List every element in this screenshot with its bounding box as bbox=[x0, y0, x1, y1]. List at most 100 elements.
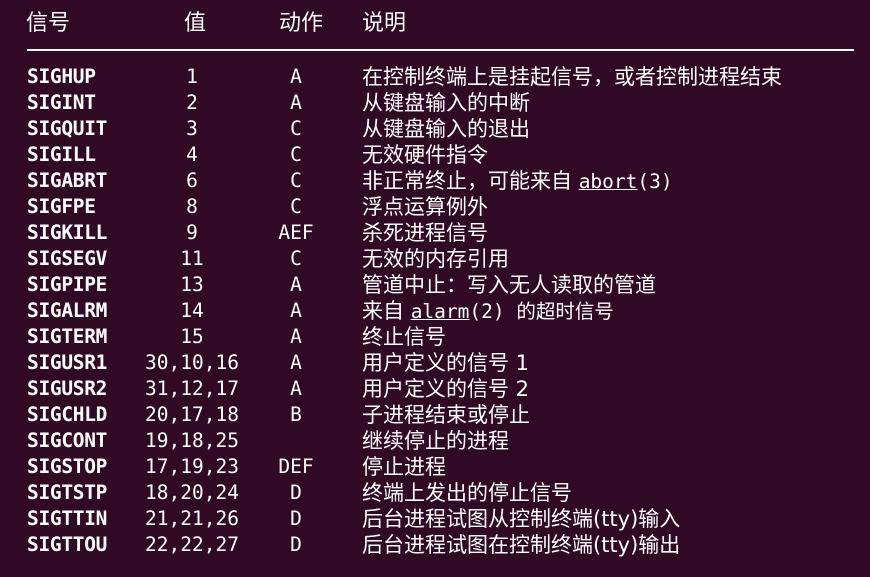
table-row: SIGKILL 9 AEF 杀死进程信号 bbox=[0, 220, 870, 246]
signal-value: 22,22,27 bbox=[145, 533, 239, 556]
signal-description: 后台进程试图从控制终端(tty)输入 bbox=[362, 507, 681, 531]
table-row: SIGTERM 15 A 终止信号 bbox=[0, 324, 870, 350]
signal-description: 停止进程 bbox=[362, 455, 446, 479]
signal-description: 后台进程试图在控制终端(tty)输出 bbox=[362, 533, 681, 557]
signal-value: 31,12,17 bbox=[145, 377, 239, 400]
signal-action: C bbox=[290, 117, 302, 140]
signal-action: A bbox=[290, 351, 302, 374]
description-text: 来自 bbox=[362, 299, 411, 323]
signal-name: SIGQUIT bbox=[27, 117, 108, 140]
signal-action: D bbox=[290, 507, 302, 530]
table-row: SIGHUP 1 A 在控制终端上是挂起信号，或者控制进程结束 bbox=[0, 64, 870, 90]
header-divider bbox=[27, 49, 854, 51]
table-row: SIGCHLD 20,17,18 B 子进程结束或停止 bbox=[0, 402, 870, 428]
table-row: SIGUSR2 31,12,17 A 用户定义的信号 2 bbox=[0, 376, 870, 402]
signal-description: 管道中止：写入无人读取的管道 bbox=[362, 273, 656, 297]
signal-value: 15 bbox=[180, 325, 204, 348]
table-row: SIGSTOP 17,19,23 DEF 停止进程 bbox=[0, 454, 870, 480]
signal-description: 用户定义的信号 2 bbox=[362, 377, 530, 401]
header-signal: 信号 bbox=[26, 11, 71, 36]
signal-value: 11 bbox=[180, 247, 204, 270]
terminal-window: 信号 值 动作 说明 SIGHUP 1 A 在控制终端上是挂起信号，或者控制进程… bbox=[0, 0, 870, 577]
signal-action: DEF bbox=[278, 455, 314, 478]
table-row: SIGTSTP 18,20,24 D 终端上发出的停止信号 bbox=[0, 480, 870, 506]
table-row: SIGTTOU 22,22,27 D 后台进程试图在控制终端(tty)输出 bbox=[0, 532, 870, 558]
manpage-link-alarm[interactable]: alarm bbox=[411, 300, 470, 323]
signal-value: 30,10,16 bbox=[145, 351, 239, 374]
signal-name: SIGFPE bbox=[27, 195, 96, 218]
description-text: (2) 的超时信号 bbox=[469, 300, 614, 323]
signal-name: SIGTSTP bbox=[27, 481, 108, 504]
table-row: SIGPIPE 13 A 管道中止：写入无人读取的管道 bbox=[0, 272, 870, 298]
signal-description: 从键盘输入的中断 bbox=[362, 91, 530, 115]
table-row: SIGILL 4 C 无效硬件指令 bbox=[0, 142, 870, 168]
signal-name: SIGTERM bbox=[27, 325, 108, 348]
signal-action: C bbox=[290, 195, 302, 218]
signal-action: A bbox=[290, 377, 302, 400]
signal-value: 4 bbox=[186, 143, 198, 166]
signal-action: A bbox=[290, 299, 302, 322]
signal-value: 9 bbox=[186, 221, 198, 244]
signal-value: 2 bbox=[186, 91, 198, 114]
signal-name: SIGTTIN bbox=[27, 507, 108, 530]
signal-description: 用户定义的信号 1 bbox=[362, 351, 530, 375]
signal-value: 8 bbox=[186, 195, 198, 218]
table-row: SIGUSR1 30,10,16 A 用户定义的信号 1 bbox=[0, 350, 870, 376]
description-text: (3) bbox=[637, 170, 673, 193]
signal-action: B bbox=[290, 403, 302, 426]
signal-description: 浮点运算例外 bbox=[362, 195, 488, 219]
signal-description: 杀死进程信号 bbox=[362, 221, 488, 245]
signal-description: 来自 alarm(2) 的超时信号 bbox=[362, 298, 614, 325]
signal-table-body: SIGHUP 1 A 在控制终端上是挂起信号，或者控制进程结束 SIGINT 2… bbox=[0, 64, 870, 558]
table-row: SIGCONT 19,18,25 继续停止的进程 bbox=[0, 428, 870, 454]
signal-value: 18,20,24 bbox=[145, 481, 239, 504]
signal-action: C bbox=[290, 169, 302, 192]
signal-value: 21,21,26 bbox=[145, 507, 239, 530]
signal-value: 1 bbox=[186, 65, 198, 88]
signal-value: 17,19,23 bbox=[145, 455, 239, 478]
table-row: SIGFPE 8 C 浮点运算例外 bbox=[0, 194, 870, 220]
signal-action: D bbox=[290, 481, 302, 504]
signal-action: C bbox=[290, 247, 302, 270]
table-row: SIGINT 2 A 从键盘输入的中断 bbox=[0, 90, 870, 116]
signal-action: A bbox=[290, 65, 302, 88]
signal-action: A bbox=[290, 273, 302, 296]
signal-description: 子进程结束或停止 bbox=[362, 403, 530, 427]
signal-action: A bbox=[290, 325, 302, 348]
signal-description: 从键盘输入的退出 bbox=[362, 117, 530, 141]
manpage-link-abort[interactable]: abort bbox=[579, 170, 638, 193]
signal-description: 非正常终止，可能来自 abort(3) bbox=[362, 168, 673, 195]
signal-name: SIGPIPE bbox=[27, 273, 108, 296]
signal-action: D bbox=[290, 533, 302, 556]
table-row: SIGALRM 14 A 来自 alarm(2) 的超时信号 bbox=[0, 298, 870, 324]
signal-name: SIGSTOP bbox=[27, 455, 108, 478]
table-row: SIGABRT 6 C 非正常终止，可能来自 abort(3) bbox=[0, 168, 870, 194]
table-row: SIGTTIN 21,21,26 D 后台进程试图从控制终端(tty)输入 bbox=[0, 506, 870, 532]
signal-name: SIGKILL bbox=[27, 221, 108, 244]
table-row: SIGQUIT 3 C 从键盘输入的退出 bbox=[0, 116, 870, 142]
signal-description: 无效硬件指令 bbox=[362, 143, 488, 167]
signal-value: 6 bbox=[186, 169, 198, 192]
signal-name: SIGCHLD bbox=[27, 403, 108, 426]
description-text: 非正常终止，可能来自 bbox=[362, 169, 579, 193]
header-description: 说明 bbox=[362, 11, 407, 36]
signal-value: 13 bbox=[180, 273, 204, 296]
signal-name: SIGILL bbox=[27, 143, 96, 166]
signal-name: SIGALRM bbox=[27, 299, 108, 322]
signal-name: SIGUSR1 bbox=[27, 351, 108, 374]
signal-value: 20,17,18 bbox=[145, 403, 239, 426]
signal-action: AEF bbox=[278, 221, 314, 244]
signal-name: SIGUSR2 bbox=[27, 377, 108, 400]
signal-action: C bbox=[290, 143, 302, 166]
header-value: 值 bbox=[184, 11, 207, 36]
signal-name: SIGCONT bbox=[27, 429, 108, 452]
signal-name: SIGABRT bbox=[27, 169, 108, 192]
signal-value: 3 bbox=[186, 117, 198, 140]
header-action: 动作 bbox=[279, 11, 324, 36]
signal-name: SIGHUP bbox=[27, 65, 96, 88]
signal-value: 19,18,25 bbox=[145, 429, 239, 452]
signal-description: 在控制终端上是挂起信号，或者控制进程结束 bbox=[362, 65, 782, 89]
signal-description: 继续停止的进程 bbox=[362, 429, 509, 453]
signal-name: SIGTTOU bbox=[27, 533, 108, 556]
signal-action: A bbox=[290, 91, 302, 114]
